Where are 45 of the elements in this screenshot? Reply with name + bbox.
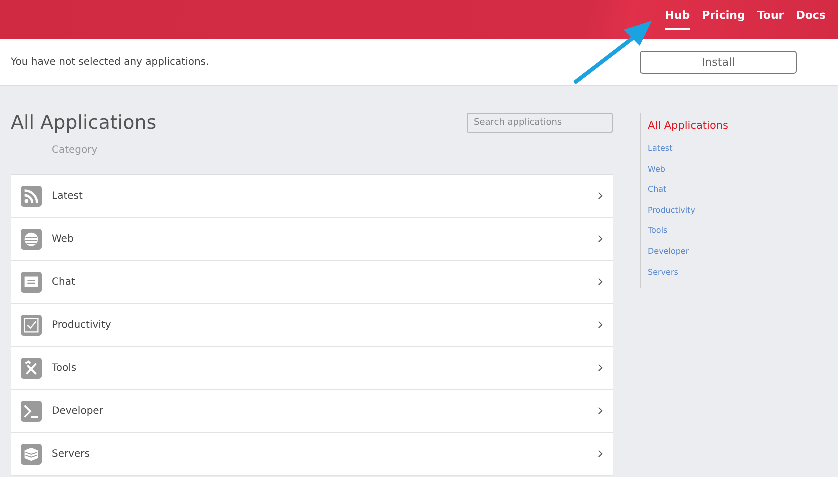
category-row[interactable]: Latest — [11, 175, 613, 218]
sidebar-link[interactable]: Latest — [648, 144, 728, 165]
chevron-right-icon — [598, 321, 603, 329]
nav-link[interactable]: Docs — [796, 0, 826, 30]
tools-icon — [21, 358, 42, 378]
sidebar-link[interactable]: Productivity — [648, 206, 728, 226]
search-field[interactable]: Search applications — [467, 113, 613, 133]
sidebar-link[interactable]: Tools — [648, 226, 728, 247]
category-row[interactable]: Servers — [11, 433, 613, 476]
page-title: All Applications — [11, 112, 157, 134]
chevron-right-icon — [598, 278, 603, 286]
category-row[interactable]: Productivity — [11, 304, 613, 347]
category-label: Productivity — [52, 320, 112, 330]
rss-icon — [21, 186, 42, 206]
sidebar-link[interactable]: Servers — [648, 268, 728, 288]
category-label: Latest — [52, 190, 84, 202]
chevron-right-icon — [598, 407, 603, 415]
globe-icon — [21, 228, 42, 250]
nav-link[interactable]: Tour — [757, 0, 784, 30]
terminal-icon — [21, 400, 42, 422]
chevron-right-icon — [598, 364, 603, 372]
install-button[interactable]: Install — [640, 50, 797, 74]
stack-icon — [21, 444, 42, 464]
sidebar-link[interactable]: Chat — [648, 185, 728, 206]
chevron-right-icon — [598, 192, 603, 200]
chevron-right-icon — [598, 450, 603, 458]
category-label: Developer — [52, 406, 104, 416]
sidebar-link[interactable]: All Applications — [648, 120, 728, 144]
category-row[interactable]: Web — [11, 218, 613, 261]
sidebar-link[interactable]: Web — [648, 164, 728, 186]
category-label: Chat — [52, 276, 76, 288]
chevron-right-icon — [598, 235, 603, 243]
nav-link[interactable]: Pricing — [702, 0, 746, 30]
sidebar-link[interactable]: Developer — [648, 247, 728, 268]
category-label: Tools — [52, 362, 78, 374]
category-row[interactable]: Tools — [11, 347, 613, 390]
selection-message: You have not selected any applications. — [11, 56, 210, 68]
nav-link[interactable]: Hub — [665, 0, 690, 30]
category-label: Servers — [52, 448, 92, 460]
category-label: Web — [52, 234, 75, 244]
category-row[interactable]: Chat — [11, 261, 613, 304]
column-header: Category — [52, 145, 99, 158]
checkbox-icon — [21, 314, 42, 336]
chat-icon — [21, 272, 42, 292]
category-row[interactable]: Developer — [11, 390, 613, 433]
